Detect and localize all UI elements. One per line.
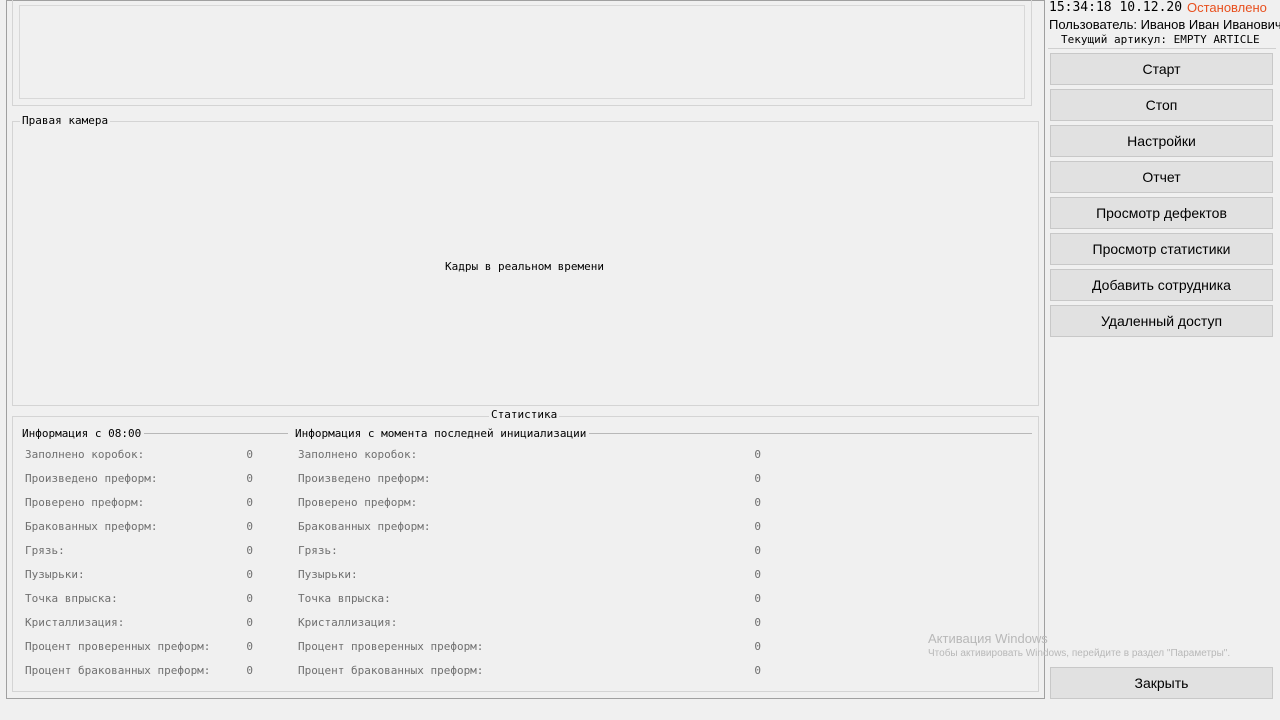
since-init-title: Информация с момента последней инициализ… [295, 427, 590, 440]
stat-label: Проверено преформ: [298, 496, 418, 509]
stat-label: Точка впрыска: [298, 592, 391, 605]
stat-value: 0 [754, 472, 761, 485]
stat-label: Точка впрыска: [25, 592, 118, 605]
remote-access-button[interactable]: Удаленный доступ [1050, 305, 1273, 337]
stat-label: Грязь: [298, 544, 338, 557]
view-defects-button[interactable]: Просмотр дефектов [1050, 197, 1273, 229]
stat-value: 0 [754, 520, 761, 533]
stat-value: 0 [246, 640, 253, 653]
stat-label: Пузырьки: [298, 568, 358, 581]
stat-label: Кристаллизация: [298, 616, 398, 629]
live-frames-label: Кадры в реальном времени [445, 260, 604, 273]
stat-label: Процент проверенных преформ: [298, 640, 484, 653]
current-user: Пользователь: Иванов Иван Иванович [1049, 17, 1280, 32]
right-camera-title: Правая камера [20, 114, 111, 127]
stop-button[interactable]: Стоп [1050, 89, 1273, 121]
windows-activation-title: Активация Windows [928, 631, 1048, 646]
stat-value: 0 [246, 592, 253, 605]
stat-label: Пузырьки: [25, 568, 85, 581]
stat-value: 0 [246, 448, 253, 461]
add-employee-button[interactable]: Добавить сотрудника [1050, 269, 1273, 301]
stat-label: Произведено преформ: [298, 472, 431, 485]
stat-label: Бракованных преформ: [25, 520, 158, 533]
left-camera-view [12, 0, 1032, 106]
stat-value: 0 [246, 472, 253, 485]
stat-value: 0 [754, 664, 761, 677]
settings-button[interactable]: Настройки [1050, 125, 1273, 157]
stat-label: Грязь: [25, 544, 65, 557]
stat-label: Процент проверенных преформ: [25, 640, 211, 653]
stat-value: 0 [246, 520, 253, 533]
windows-activation-text: Чтобы активировать Windows, перейдите в … [928, 648, 1231, 659]
current-article: Текущий артикул: EMPTY ARTICLE [1061, 33, 1260, 46]
since-shift-title: Информация с 08:00 [22, 427, 145, 440]
stat-label: Бракованных преформ: [298, 520, 431, 533]
stat-label: Заполнено коробок: [25, 448, 145, 461]
stat-label: Заполнено коробок: [298, 448, 418, 461]
stat-value: 0 [246, 568, 253, 581]
close-button[interactable]: Закрыть [1050, 667, 1273, 699]
stat-value: 0 [246, 664, 253, 677]
stat-value: 0 [754, 496, 761, 509]
stat-value: 0 [754, 568, 761, 581]
status-indicator: Остановлено [1187, 0, 1267, 15]
stat-value: 0 [246, 544, 253, 557]
stat-label: Произведено преформ: [25, 472, 158, 485]
stat-value: 0 [754, 616, 761, 629]
report-button[interactable]: Отчет [1050, 161, 1273, 193]
view-statistics-button[interactable]: Просмотр статистики [1050, 233, 1273, 265]
stat-value: 0 [754, 448, 761, 461]
left-camera-frame [19, 5, 1025, 99]
stat-value: 0 [246, 616, 253, 629]
statistics-title: Статистика [489, 408, 560, 421]
stat-label: Проверено преформ: [25, 496, 145, 509]
stat-value: 0 [754, 544, 761, 557]
stat-label: Процент бракованных преформ: [25, 664, 211, 677]
panel-divider [1048, 48, 1276, 49]
start-button[interactable]: Старт [1050, 53, 1273, 85]
stat-value: 0 [754, 640, 761, 653]
datetime-display: 15:34:18 10.12.20 [1049, 0, 1183, 15]
stat-label: Процент бракованных преформ: [298, 664, 484, 677]
stat-value: 0 [246, 496, 253, 509]
stat-value: 0 [754, 592, 761, 605]
stat-label: Кристаллизация: [25, 616, 125, 629]
